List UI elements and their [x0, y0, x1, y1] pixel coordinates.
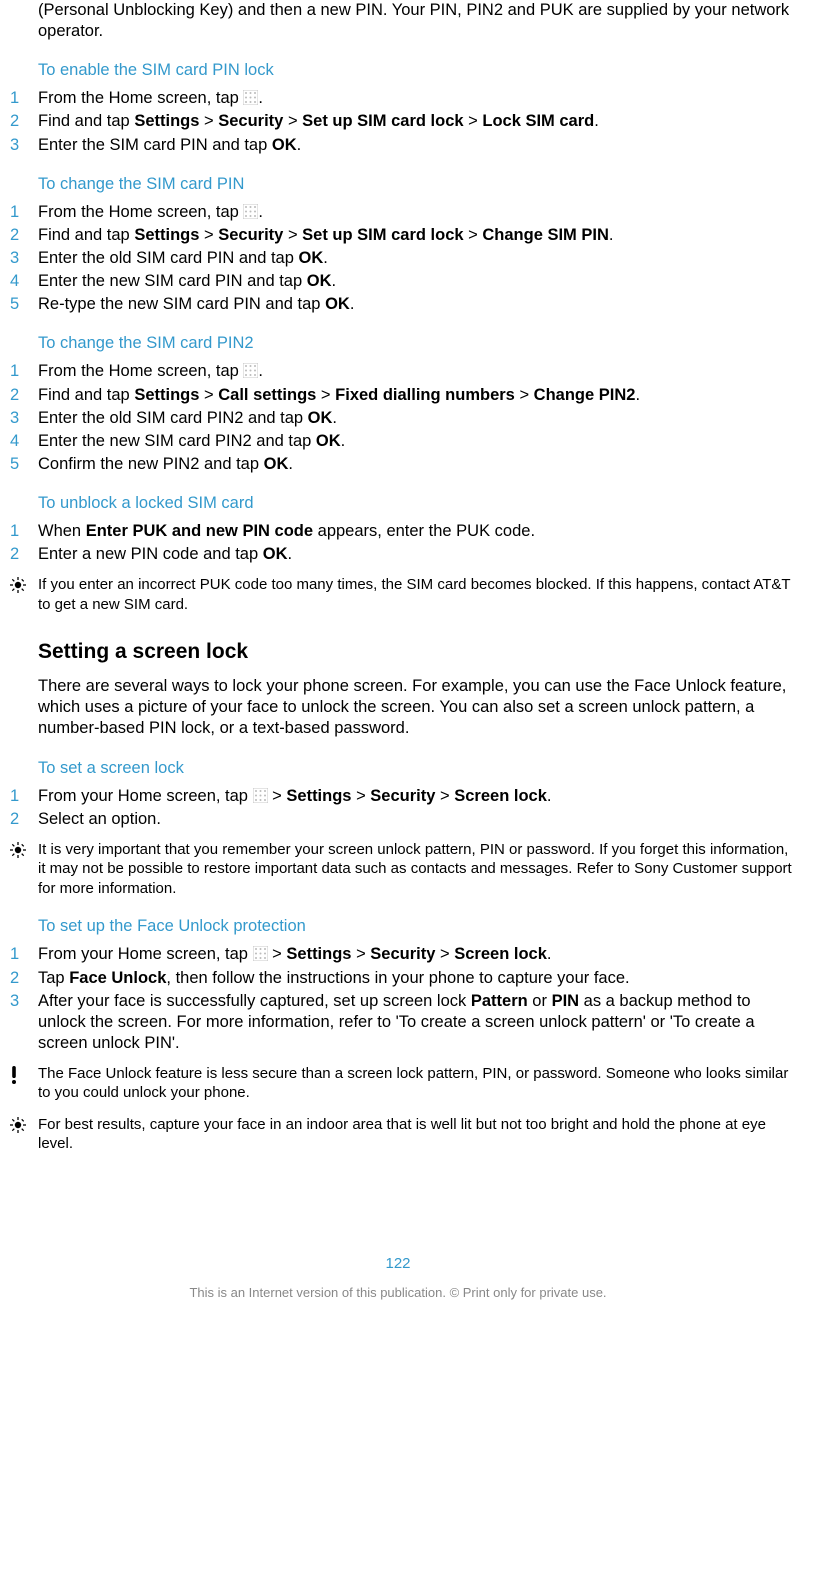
steps-face-unlock: 1From your Home screen, tap > Settings >…: [38, 944, 796, 1054]
tip-bulb-icon: [10, 575, 38, 614]
steps-change-sim-pin: 1From the Home screen, tap . 2Find and t…: [38, 202, 796, 316]
sub-heading-unblock-sim: To unblock a locked SIM card: [38, 493, 796, 514]
section-heading-screen-lock: Setting a screen lock: [38, 639, 796, 666]
step-text: Find and tap Settings > Security > Set u…: [38, 111, 796, 132]
step-text: Enter the new SIM card PIN2 and tap OK.: [38, 431, 796, 452]
step-text: From your Home screen, tap > Settings > …: [38, 944, 796, 965]
steps-enable-sim-pin: 1From the Home screen, tap . 2Find and t…: [38, 88, 796, 155]
step-text: Enter the old SIM card PIN2 and tap OK.: [38, 408, 796, 429]
steps-set-screen-lock: 1From your Home screen, tap > Settings >…: [38, 786, 796, 830]
apps-grid-icon: [243, 204, 258, 219]
step-number: 1: [10, 361, 38, 382]
sub-heading-change-sim-pin: To change the SIM card PIN: [38, 174, 796, 195]
step-number: 1: [10, 521, 38, 542]
page-number: 122: [0, 1254, 796, 1273]
step-text: Confirm the new PIN2 and tap OK.: [38, 454, 796, 475]
step-text: After your face is successfully captured…: [38, 991, 796, 1054]
step-text: From the Home screen, tap .: [38, 202, 796, 223]
step-number: 1: [10, 786, 38, 807]
step-number: 2: [10, 385, 38, 406]
tip-note: For best results, capture your face in a…: [38, 1115, 796, 1154]
step-text: Find and tap Settings > Security > Set u…: [38, 225, 796, 246]
steps-change-sim-pin2: 1From the Home screen, tap . 2Find and t…: [38, 361, 796, 475]
step-number: 2: [10, 111, 38, 132]
step-text: From your Home screen, tap > Settings > …: [38, 786, 796, 807]
step-number: 2: [10, 225, 38, 246]
sub-heading-face-unlock: To set up the Face Unlock protection: [38, 916, 796, 937]
section-intro: There are several ways to lock your phon…: [38, 676, 796, 739]
apps-grid-icon: [243, 90, 258, 105]
step-number: 1: [10, 944, 38, 965]
step-text: Enter the new SIM card PIN and tap OK.: [38, 271, 796, 292]
footer-disclaimer: This is an Internet version of this publ…: [0, 1285, 796, 1302]
note-text: If you enter an incorrect PUK code too m…: [38, 575, 796, 614]
step-number: 3: [10, 135, 38, 156]
apps-grid-icon: [253, 788, 268, 803]
intro-paragraph: (Personal Unblocking Key) and then a new…: [38, 0, 796, 42]
warning-note: The Face Unlock feature is less secure t…: [38, 1064, 796, 1103]
tip-bulb-icon: [10, 840, 38, 899]
step-number: 2: [10, 968, 38, 989]
step-number: 2: [10, 544, 38, 565]
sub-heading-enable-sim-pin: To enable the SIM card PIN lock: [38, 60, 796, 81]
sub-heading-set-screen-lock: To set a screen lock: [38, 758, 796, 779]
step-text: Tap Face Unlock, then follow the instruc…: [38, 968, 796, 989]
note-text: The Face Unlock feature is less secure t…: [38, 1064, 796, 1103]
step-number: 3: [10, 991, 38, 1054]
warning-exclamation-icon: [10, 1064, 38, 1103]
apps-grid-icon: [243, 363, 258, 378]
step-number: 3: [10, 248, 38, 269]
step-number: 5: [10, 454, 38, 475]
step-text: Enter the old SIM card PIN and tap OK.: [38, 248, 796, 269]
step-number: 1: [10, 202, 38, 223]
step-number: 4: [10, 271, 38, 292]
step-number: 4: [10, 431, 38, 452]
step-text: Enter a new PIN code and tap OK.: [38, 544, 796, 565]
step-text: When Enter PUK and new PIN code appears,…: [38, 521, 796, 542]
step-text: Select an option.: [38, 809, 796, 830]
step-text: Find and tap Settings > Call settings > …: [38, 385, 796, 406]
step-number: 5: [10, 294, 38, 315]
tip-bulb-icon: [10, 1115, 38, 1154]
tip-note: It is very important that you remember y…: [38, 840, 796, 899]
step-text: Enter the SIM card PIN and tap OK.: [38, 135, 796, 156]
step-number: 2: [10, 809, 38, 830]
step-number: 1: [10, 88, 38, 109]
step-number: 3: [10, 408, 38, 429]
apps-grid-icon: [253, 946, 268, 961]
note-text: For best results, capture your face in a…: [38, 1115, 796, 1154]
tip-note: If you enter an incorrect PUK code too m…: [38, 575, 796, 614]
steps-unblock-sim: 1When Enter PUK and new PIN code appears…: [38, 521, 796, 565]
sub-heading-change-sim-pin2: To change the SIM card PIN2: [38, 333, 796, 354]
step-text: From the Home screen, tap .: [38, 88, 796, 109]
note-text: It is very important that you remember y…: [38, 840, 796, 899]
step-text: Re-type the new SIM card PIN and tap OK.: [38, 294, 796, 315]
step-text: From the Home screen, tap .: [38, 361, 796, 382]
